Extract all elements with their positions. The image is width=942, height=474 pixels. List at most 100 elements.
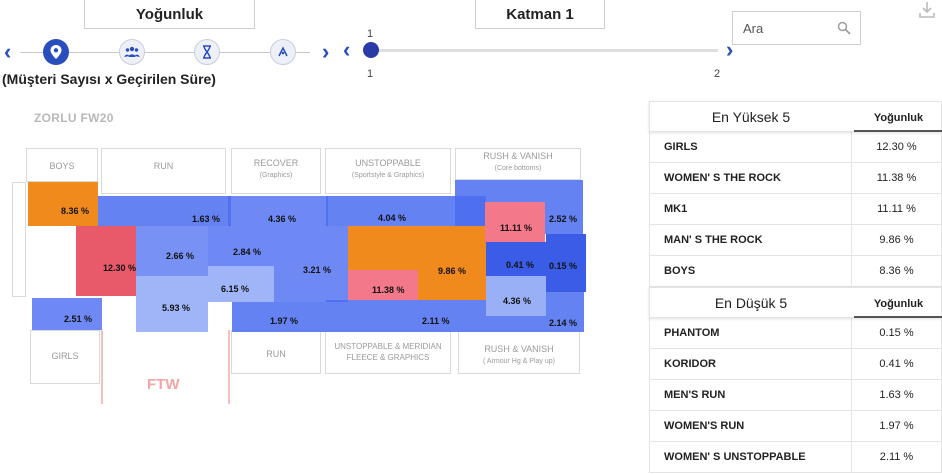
zone-label-unstoppable: UNSTOPPABLE: [355, 158, 421, 168]
bottom5-title: En Düşük 5: [714, 295, 788, 311]
heat-label-area-436b: 4.36 %: [503, 296, 532, 306]
heat-cell-area-321[interactable]: [274, 226, 348, 302]
top5-header: En Yüksek 5 Yoğunluk: [649, 101, 942, 132]
heat-label-koridor: 0.41 %: [506, 260, 535, 270]
bottom5-column-header[interactable]: Yoğunluk: [854, 298, 942, 310]
table-row: BOYS 8.36 %: [649, 256, 942, 287]
zone-label-ftw: FTW: [147, 376, 180, 393]
heat-label-boys: 8.36 %: [61, 206, 90, 216]
heat-label-mans-the-rock: 9.86 %: [438, 266, 467, 276]
row-name: WOMEN' S UNSTOPPABLE: [650, 442, 852, 472]
row-value: 9.86 %: [879, 234, 914, 246]
row-name: MEN'S RUN: [650, 380, 852, 410]
table-row: MEN'S RUN 1.63 %: [649, 380, 942, 411]
row-value: 2.11 %: [879, 451, 914, 463]
zone-label-recover: RECOVER: [253, 158, 299, 168]
heat-label-area-284: 2.84 %: [233, 247, 262, 257]
zone-label-girls: GIRLS: [51, 351, 79, 361]
row-name: MAN' S THE ROCK: [650, 225, 852, 255]
heat-cell-koridor[interactable]: [486, 242, 546, 276]
layer-selector[interactable]: Katman 1: [475, 0, 605, 29]
slider-min-label: 1: [367, 68, 374, 80]
row-name: BOYS: [650, 256, 852, 286]
heat-label-unstoppable: 4.04 %: [378, 213, 407, 223]
heat-label-area-593: 5.93 %: [162, 303, 191, 313]
row-value: 0.41 %: [879, 358, 914, 370]
heat-cell-mk1[interactable]: [485, 202, 545, 242]
location-pin-icon: [50, 45, 62, 59]
row-value: 11.38 %: [876, 172, 917, 184]
heat-label-girls: 12.30 %: [103, 263, 137, 273]
row-value: 11.11 %: [877, 203, 916, 215]
heat-cell-boys[interactable]: [28, 182, 98, 226]
table-row: WOMEN' S UNSTOPPABLE 2.11 %: [649, 442, 942, 473]
heat-label-mk1: 11.11 %: [500, 223, 533, 233]
zone-label-recover-sub: (Graphics): [259, 172, 293, 179]
heat-label-area-266: 2.66 %: [166, 251, 195, 261]
search-icon[interactable]: [837, 21, 851, 35]
zone-label-unstoppable-meridian-sub: FLEECE & GRAPHICS: [346, 353, 430, 362]
slider-max-label: 2: [714, 68, 721, 80]
table-row: WOMEN' S THE ROCK 11.38 %: [649, 163, 942, 194]
step-flow[interactable]: [270, 39, 296, 65]
row-name: MK1: [650, 194, 852, 224]
row-name: KORIDOR: [650, 349, 852, 379]
flow-icon: [278, 46, 288, 57]
table-row: WOMEN'S RUN 1.97 %: [649, 411, 942, 442]
heat-label-area-615: 6.15 %: [221, 284, 250, 294]
heat-label-area-321: 3.21 %: [303, 265, 332, 275]
table-row: PHANTOM 0.15 %: [649, 318, 942, 349]
heat-label-phantom: 0.15 %: [549, 261, 578, 271]
row-name: GIRLS: [650, 132, 852, 162]
heat-label-recover: 4.36 %: [268, 214, 297, 224]
heat-cell-womens-unstoppable[interactable]: [326, 300, 486, 332]
row-value: 1.97 %: [879, 420, 914, 432]
heat-label-mens-run: 1.63 %: [192, 214, 221, 224]
zone-label-rush-top: RUSH & VANISH: [483, 151, 553, 161]
download-icon[interactable]: [917, 0, 937, 20]
prev-layer-chevron-icon[interactable]: ‹: [343, 39, 350, 61]
heat-label-womens-unstoppable: 2.11 %: [422, 316, 450, 326]
search-input[interactable]: Ara: [743, 21, 763, 36]
top5-column-underline: [854, 130, 942, 132]
table-row: KORIDOR 0.41 %: [649, 349, 942, 380]
table-row: MAN' S THE ROCK 9.86 %: [649, 225, 942, 256]
next-metric-chevron-icon[interactable]: ›: [322, 41, 329, 63]
search-field[interactable]: Ara: [732, 11, 861, 45]
zone-label-run-bottom: RUN: [266, 349, 286, 359]
heat-cell-area-214-b[interactable]: [546, 292, 584, 316]
heat-cell-area-284[interactable]: [208, 226, 274, 266]
hourglass-icon: [203, 45, 211, 59]
step-visitors[interactable]: [119, 39, 145, 65]
bottom5-column-underline: [854, 316, 942, 318]
heat-label-area-251: 2.51 %: [64, 314, 93, 324]
people-icon: [124, 46, 140, 57]
zone-label-rush-top-sub: (Core bottoms): [494, 165, 542, 172]
prev-metric-chevron-icon[interactable]: ‹: [4, 41, 11, 63]
heat-label-rush-top: 2.52 %: [549, 214, 578, 224]
table-row: MK1 11.11 %: [649, 194, 942, 225]
zone-label-boys: BOYS: [49, 161, 75, 171]
row-name: PHANTOM: [650, 318, 852, 348]
bottom5-header: En Düşük 5 Yoğunluk: [649, 287, 942, 318]
top5-table: En Yüksek 5 Yoğunluk GIRLS 12.30 % WOMEN'…: [649, 101, 942, 287]
row-value: 0.15 %: [879, 327, 914, 339]
table-row: GIRLS 12.30 %: [649, 132, 942, 163]
heat-cell-orange-986[interactable]: [418, 226, 486, 300]
step-duration[interactable]: [194, 39, 220, 65]
zone-label-unstoppable-meridian: UNSTOPPABLE & MERIDIAN: [334, 342, 442, 351]
step-location[interactable]: [43, 39, 69, 65]
heat-label-womens-the-rock: 11.38 %: [372, 285, 405, 295]
metric-selector[interactable]: Yoğunluk: [84, 0, 255, 29]
floor-title: ZORLU FW20: [34, 111, 114, 125]
layer-slider-track[interactable]: [370, 49, 718, 52]
heat-label-area-214: 2.14 %: [549, 318, 578, 328]
zone-label-rush-bottom: RUSH & VANISH: [484, 344, 554, 354]
zone-label-run-top: RUN: [153, 161, 174, 171]
heat-cell-girls[interactable]: [76, 226, 136, 296]
ftw-boundary-left: [101, 330, 103, 404]
top5-column-header[interactable]: Yoğunluk: [854, 112, 942, 124]
entrance-outline: [12, 182, 26, 297]
layer-slider-handle[interactable]: [363, 42, 379, 58]
bottom5-table: En Düşük 5 Yoğunluk PHANTOM 0.15 % KORIDO…: [649, 287, 942, 473]
